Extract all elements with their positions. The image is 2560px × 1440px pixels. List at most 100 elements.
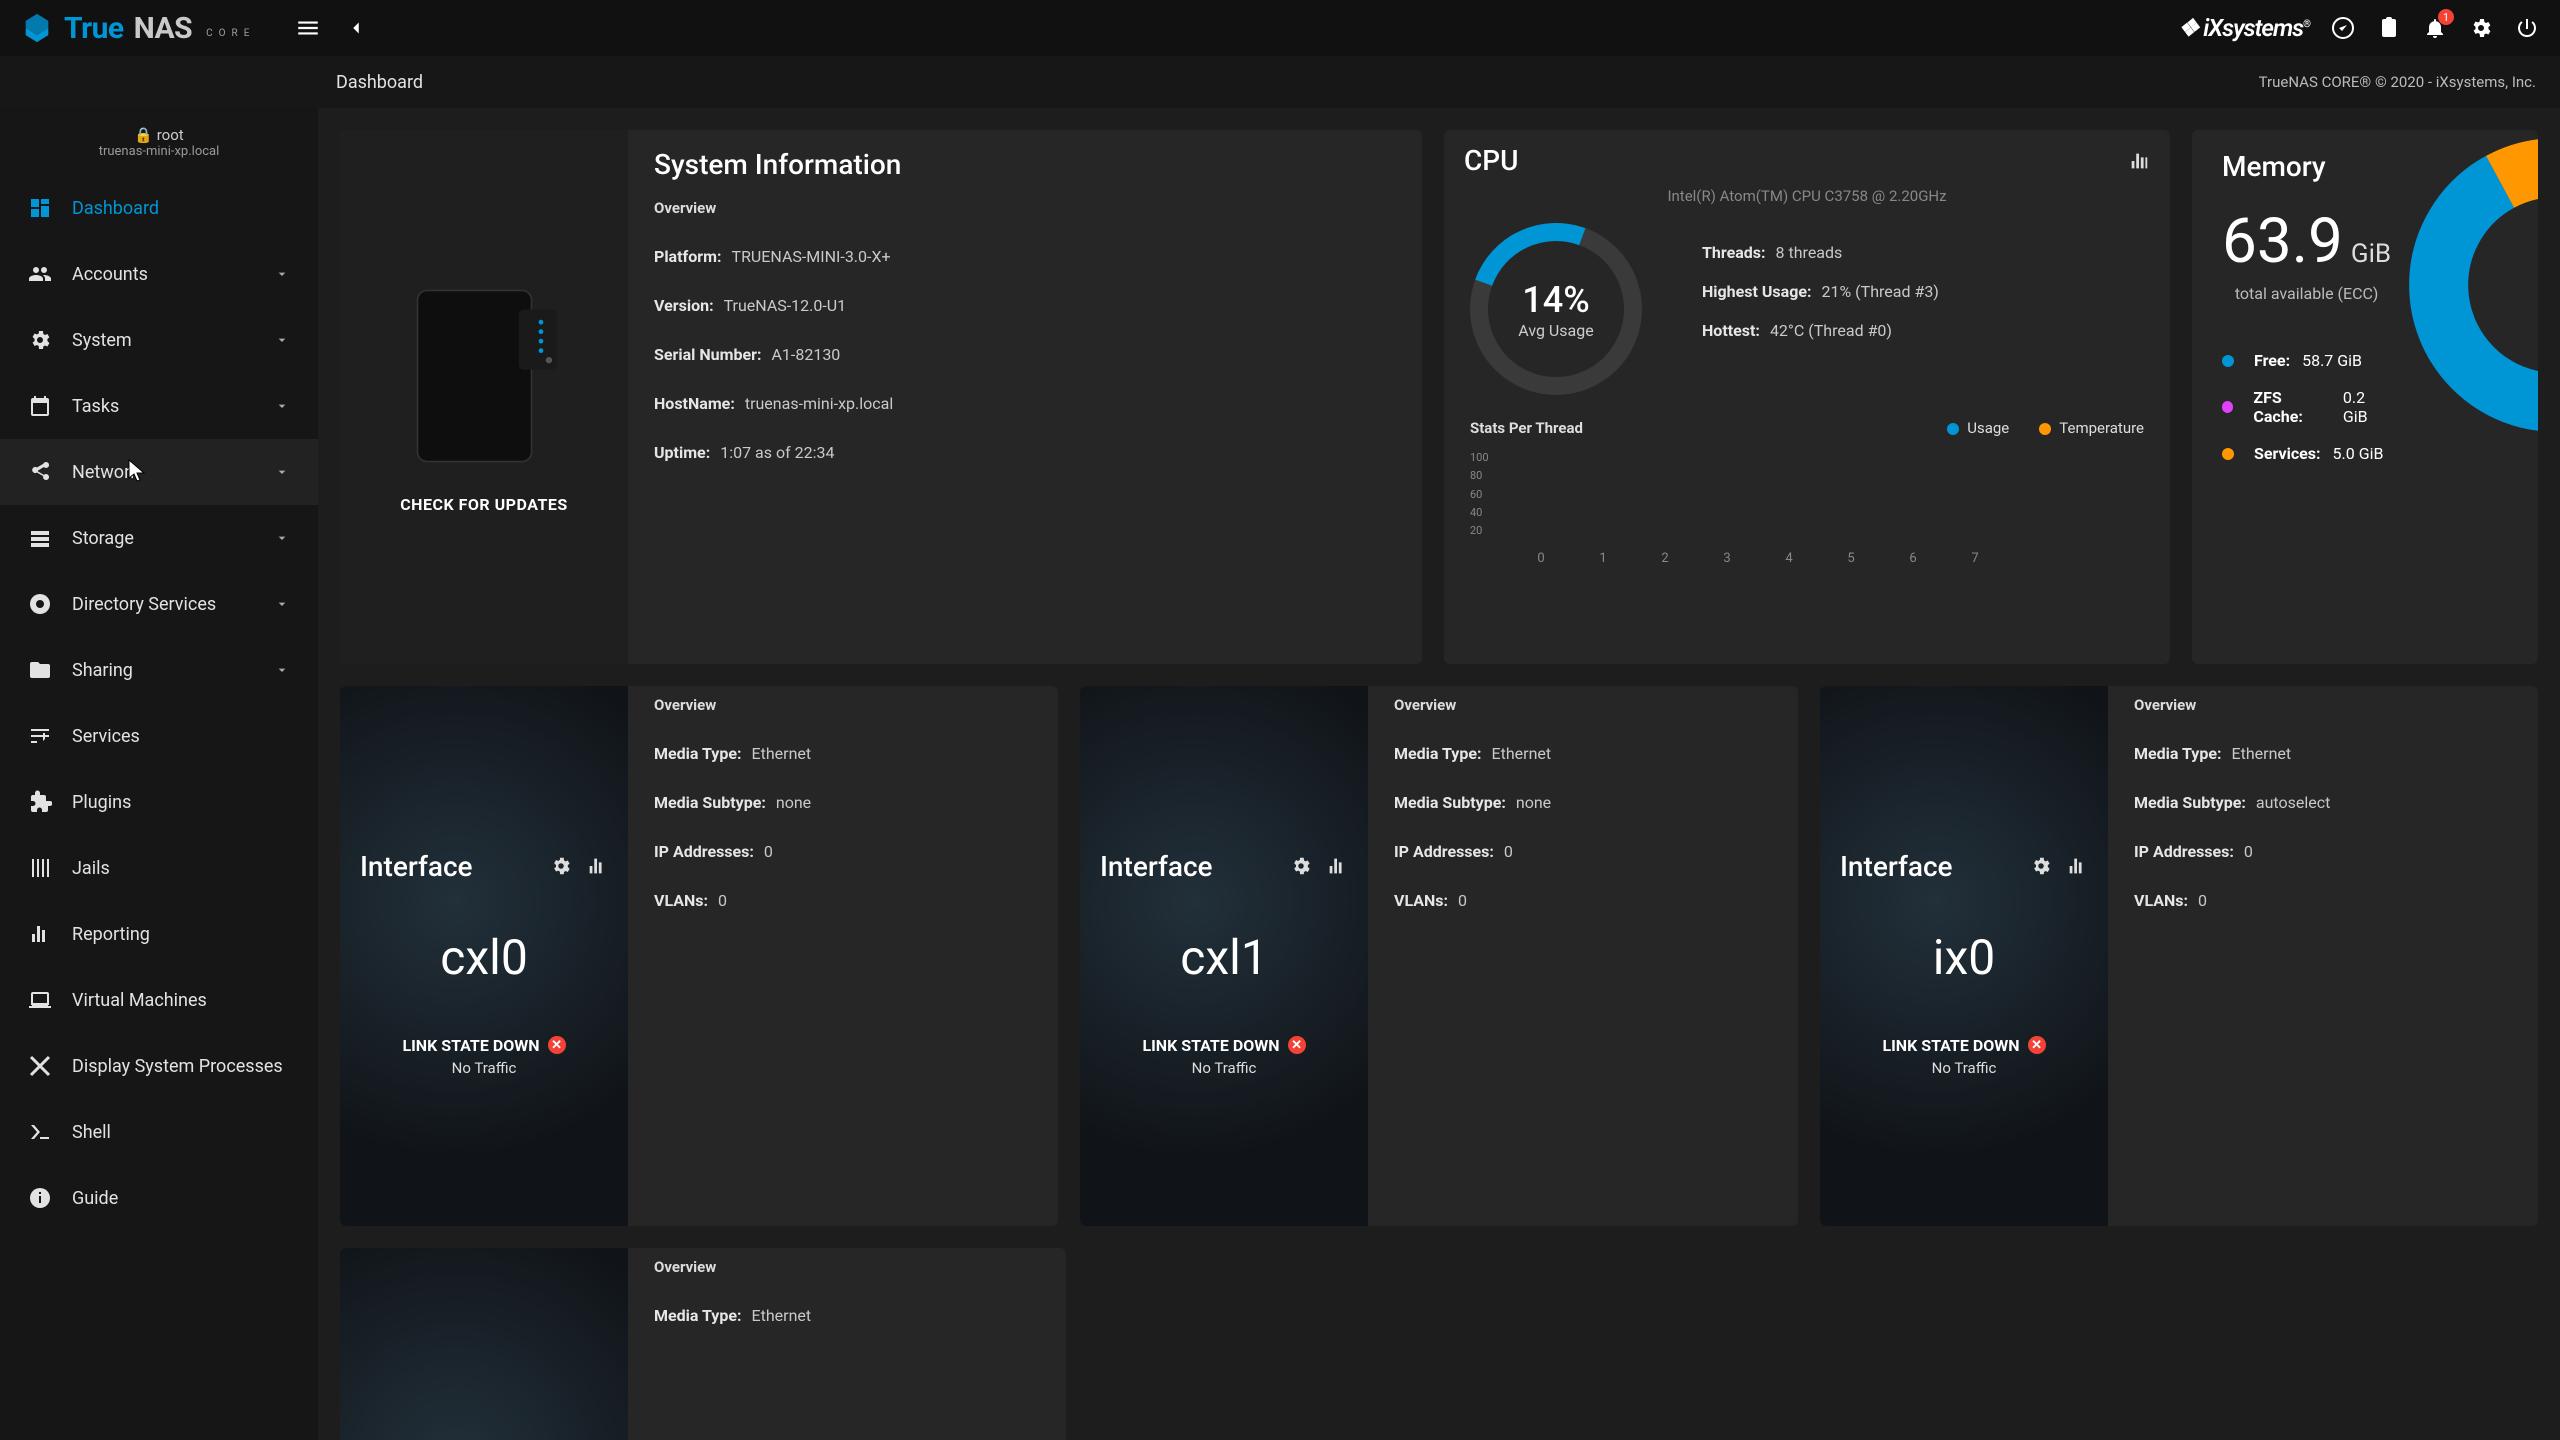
card-interface-cxl0: Interface cxl0 LINK STATE DOWN✕ No Traff… — [340, 686, 1058, 1226]
ip-addresses-value: 0 — [1504, 842, 1513, 861]
chart-icon[interactable] — [2066, 855, 2088, 877]
sidebar-item-label: Services — [72, 726, 290, 747]
sidebar-item-label: Sharing — [72, 660, 254, 681]
sidebar-item-label: Display System Processes — [72, 1056, 290, 1077]
menu-icon[interactable] — [295, 15, 321, 41]
interface-name: cxl0 — [440, 929, 528, 986]
chevron-down-icon — [274, 596, 290, 612]
interface-panel: Interface cxl0 LINK STATE DOWN✕ No Traff… — [340, 686, 628, 1226]
sidebar-item-label: Virtual Machines — [72, 990, 290, 1011]
media-type-value: Ethernet — [752, 1306, 812, 1325]
chart-icon[interactable] — [2128, 150, 2150, 172]
sidebar-host-info: 🔒 root truenas-mini-xp.local — [0, 120, 318, 175]
brand-true: True — [64, 11, 124, 46]
sidebar-item-storage[interactable]: Storage — [0, 505, 318, 571]
sidebar-item-virtual-machines[interactable]: Virtual Machines — [0, 967, 318, 1033]
no-traffic: No Traffic — [1932, 1059, 1997, 1077]
sidebar-item-label: Accounts — [72, 264, 254, 285]
sidebar-item-accounts[interactable]: Accounts — [0, 241, 318, 307]
sidebar-item-jails[interactable]: Jails — [0, 835, 318, 901]
sidebar-item-services[interactable]: Services — [0, 703, 318, 769]
link-state: LINK STATE DOWN✕ — [402, 1036, 565, 1055]
breadcrumb: Dashboard — [336, 72, 423, 93]
sidebar-item-reporting[interactable]: Reporting — [0, 901, 318, 967]
card-interface-ix0: Interface ix0 LINK STATE DOWN✕ No Traffi… — [1820, 686, 2538, 1226]
clipboard-icon[interactable] — [2376, 15, 2402, 41]
media-subtype-value: autoselect — [2256, 793, 2330, 812]
card-interface-ix1: Interface ix1 Overview Media Type:Ethern… — [340, 1248, 1066, 1440]
sidebar-item-dashboard[interactable]: Dashboard — [0, 175, 318, 241]
chart-icon — [28, 922, 52, 946]
sidebar: 🔒 root truenas-mini-xp.local Dashboard A… — [0, 108, 318, 1440]
truecommand-icon[interactable] — [2330, 15, 2356, 41]
ext-icon — [28, 790, 52, 814]
copyright: TrueNAS CORE® © 2020 - iXsystems, Inc. — [2259, 73, 2536, 91]
top-bar: True NAS CORE ❖ iXsystems® — [0, 0, 2560, 56]
platform-value: TRUENAS-MINI-3.0-X+ — [732, 247, 891, 266]
mem-free-value: 58.7 GiB — [2302, 351, 2362, 370]
media-subtype-value: none — [776, 793, 811, 812]
storage-icon — [28, 526, 52, 550]
brand-logo[interactable]: True NAS CORE — [20, 11, 255, 46]
link-state: LINK STATE DOWN✕ — [1142, 1036, 1305, 1055]
check-updates-button[interactable]: CHECK FOR UPDATES — [400, 495, 568, 514]
brand-nas: NAS — [134, 11, 193, 46]
media-type-value: Ethernet — [1492, 744, 1552, 763]
sidebar-item-plugins[interactable]: Plugins — [0, 769, 318, 835]
cpu-model: Intel(R) Atom(TM) CPU C3758 @ 2.20GHz — [1444, 187, 2170, 205]
sidebar-item-label: Plugins — [72, 792, 290, 813]
power-icon[interactable] — [2514, 15, 2540, 41]
dashboard-icon — [28, 196, 52, 220]
memory-donut-chart — [2401, 130, 2538, 440]
truenas-icon — [20, 11, 54, 45]
chart-title: Stats Per Thread — [1470, 419, 1583, 437]
mem-cache-value: 0.2 GiB — [2343, 388, 2391, 426]
chevron-down-icon — [274, 398, 290, 414]
calendar-icon — [28, 394, 52, 418]
card-title: CPU — [1464, 144, 1518, 177]
media-subtype-value: none — [1516, 793, 1551, 812]
sidebar-item-display-system-processes[interactable]: Display System Processes — [0, 1033, 318, 1099]
settings-icon — [28, 328, 52, 352]
sidebar-item-sharing[interactable]: Sharing — [0, 637, 318, 703]
gear-icon[interactable] — [1290, 855, 1312, 877]
chevron-down-icon — [274, 266, 290, 282]
interface-name: ix0 — [1933, 929, 1995, 986]
card-title: Memory — [2222, 150, 2326, 183]
sidebar-item-guide[interactable]: Guide — [0, 1165, 318, 1231]
overview-label: Overview — [654, 199, 1396, 217]
info-icon — [28, 1186, 52, 1210]
sidebar-username: 🔒 root — [0, 126, 318, 144]
interface-name: cxl1 — [1180, 929, 1268, 986]
gear-icon[interactable] — [2030, 855, 2052, 877]
tune-icon — [28, 724, 52, 748]
overview-label: Overview — [654, 696, 1032, 714]
uptime-value: 1:07 as of 22:34 — [720, 443, 834, 462]
vlans-value: 0 — [1458, 891, 1467, 910]
notifications-icon[interactable] — [2422, 15, 2448, 41]
overview-label: Overview — [2134, 696, 2512, 714]
vlans-value: 0 — [2198, 891, 2207, 910]
dashboard-content: CHECK FOR UPDATES System Information Ove… — [318, 108, 2560, 1440]
sidebar-item-directory-services[interactable]: Directory Services — [0, 571, 318, 637]
chevron-down-icon — [274, 464, 290, 480]
sidebar-item-label: Storage — [72, 528, 254, 549]
sidebar-item-shell[interactable]: Shell — [0, 1099, 318, 1165]
share-icon — [28, 460, 52, 484]
back-icon[interactable] — [343, 15, 369, 41]
ixsystems-logo[interactable]: ❖ iXsystems® — [2178, 14, 2310, 42]
sidebar-item-network[interactable]: Network — [0, 439, 318, 505]
overview-label: Overview — [654, 1258, 1040, 1276]
brand-core: CORE — [206, 28, 255, 39]
sidebar-item-tasks[interactable]: Tasks — [0, 373, 318, 439]
sidebar-item-label: Reporting — [72, 924, 290, 945]
hub-icon — [28, 592, 52, 616]
gear-icon[interactable] — [550, 855, 572, 877]
settings-icon[interactable] — [2468, 15, 2494, 41]
sidebar-item-system[interactable]: System — [0, 307, 318, 373]
card-memory: Memory 63.9GiB total available (ECC) Fre… — [2192, 130, 2538, 664]
chart-icon[interactable] — [586, 855, 608, 877]
chart-icon[interactable] — [1326, 855, 1348, 877]
people-icon — [28, 262, 52, 286]
card-title: Interface — [1100, 850, 1213, 883]
